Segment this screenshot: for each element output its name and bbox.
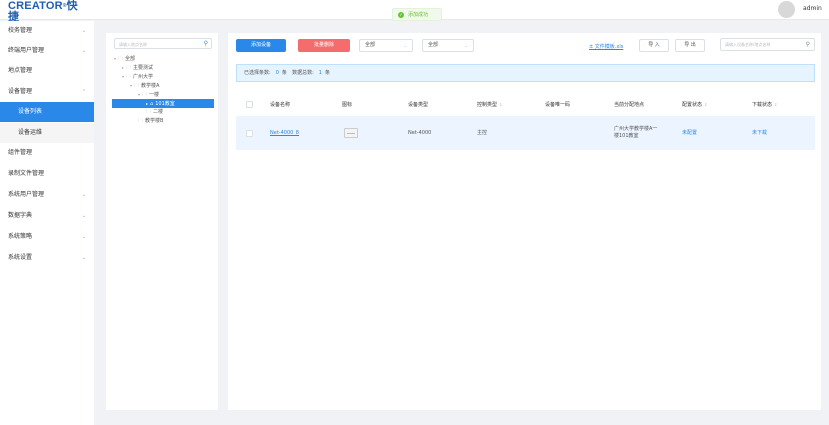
column-header-type: 设备类型 bbox=[408, 96, 428, 114]
download-status[interactable]: 未下载 bbox=[752, 130, 767, 137]
logo-main: CREATOR®快捷 bbox=[8, 1, 88, 23]
folder-icon: 🗀 bbox=[142, 92, 147, 98]
sidebar-item-devices[interactable]: 设备管理⌃ bbox=[0, 82, 94, 102]
tree-node-gzu[interactable]: ▾🗀广州大学 bbox=[122, 72, 153, 81]
sidebar-item-locations[interactable]: 地点管理 bbox=[0, 61, 94, 81]
chevron-down-icon[interactable]: ⌄ bbox=[812, 5, 816, 11]
sidebar-item-recordings[interactable]: 录制文件管理 bbox=[0, 164, 94, 184]
tree-node-room-101[interactable]: ▸⌂101教室 bbox=[112, 99, 214, 108]
folder-icon: 🗀 bbox=[134, 83, 139, 89]
sidebar-item-system-users[interactable]: 系统用户管理⌄ bbox=[0, 185, 94, 205]
folder-icon: 🗀 bbox=[126, 65, 131, 71]
tree-search-input[interactable]: 请输入地点名称 ⚲ bbox=[114, 38, 212, 49]
column-header-code: 设备唯一码 bbox=[545, 96, 570, 114]
import-button[interactable]: 导 入 bbox=[639, 39, 669, 52]
chevron-down-icon: ⌄ bbox=[82, 185, 86, 205]
sort-icon[interactable]: ⇕ bbox=[774, 102, 777, 107]
tree-node-building-a[interactable]: ▾🗀教学楼A bbox=[130, 81, 159, 90]
home-icon: ⌂ bbox=[150, 101, 153, 107]
sort-icon[interactable]: ⇕ bbox=[499, 102, 502, 107]
device-name-link[interactable]: Net-4000_8 bbox=[270, 130, 299, 137]
filter-select-2[interactable]: 全部 ⌄ bbox=[422, 39, 474, 52]
column-header-config[interactable]: 配置状态⇕ bbox=[682, 96, 707, 114]
device-search-input[interactable]: 请输入设备名称/地点名称 ⚲ bbox=[720, 38, 815, 51]
add-device-button[interactable]: 添加设备 bbox=[236, 39, 286, 52]
caret-down-icon: ▾ bbox=[138, 92, 140, 97]
avatar[interactable] bbox=[778, 1, 795, 18]
tree-node-building-b[interactable]: 🗀教学楼B bbox=[138, 117, 163, 126]
chevron-down-icon: ⌄ bbox=[82, 21, 86, 41]
select-all-checkbox[interactable] bbox=[246, 101, 253, 108]
check-circle-icon: ✓ bbox=[398, 12, 404, 18]
sidebar-item-device-ops[interactable]: 设备运维 bbox=[0, 123, 94, 143]
device-icon bbox=[344, 128, 358, 138]
sidebar-item-components[interactable]: 组件管理 bbox=[0, 143, 94, 163]
caret-down-icon: ▾ bbox=[122, 74, 124, 79]
filter-select-1[interactable]: 全部 ⌄ bbox=[359, 39, 413, 52]
column-header-icon: 图标 bbox=[342, 96, 352, 114]
batch-delete-button[interactable]: 批量删除 bbox=[298, 39, 350, 52]
template-download-link[interactable]: ± 文件模板.xls bbox=[589, 43, 623, 50]
device-type: Net-4000 bbox=[408, 130, 431, 137]
folder-icon: 🗀 bbox=[146, 109, 151, 115]
selection-info-bar: 已选择条数:0条 数据总数:1条 bbox=[236, 64, 815, 82]
search-icon[interactable]: ⚲ bbox=[204, 39, 208, 48]
chevron-down-icon: ⌄ bbox=[465, 40, 468, 51]
sidebar-item-school[interactable]: 校务管理⌄ bbox=[0, 21, 94, 41]
column-header-location: 当前分配地点 bbox=[614, 96, 644, 114]
column-header-name: 设备名称 bbox=[270, 96, 290, 114]
sidebar-item-dictionary[interactable]: 数据字典⌄ bbox=[0, 206, 94, 226]
column-header-control[interactable]: 控制类型⇕ bbox=[477, 96, 502, 114]
sidebar: 校务管理⌄ 终端用户管理⌄ 地点管理 设备管理⌃ 设备列表 设备运维 组件管理 … bbox=[0, 21, 94, 425]
chevron-down-icon: ⌄ bbox=[82, 248, 86, 268]
sidebar-item-terminal-users[interactable]: 终端用户管理⌄ bbox=[0, 41, 94, 61]
sidebar-item-device-list[interactable]: 设备列表 bbox=[0, 102, 94, 122]
device-list-panel: 添加设备 批量删除 全部 ⌄ 全部 ⌄ ± 文件模板.xls 导 入 导 出 请… bbox=[228, 33, 821, 410]
search-icon[interactable]: ⚲ bbox=[806, 39, 810, 50]
table-header: 设备名称 图标 设备类型 控制类型⇕ 设备唯一码 当前分配地点 配置状态⇕ 下载… bbox=[236, 96, 815, 114]
tree-node-floor-1[interactable]: ▾🗀一楼 bbox=[138, 90, 159, 99]
caret-down-icon: ▾ bbox=[130, 83, 132, 88]
chevron-down-icon: ⌄ bbox=[82, 41, 86, 61]
folder-icon: 🗀 bbox=[138, 118, 143, 124]
caret-right-icon: ▸ bbox=[122, 65, 124, 70]
table-row: Net-4000_8 Net-4000 主控 广州大学教学楼A一 楼101教室 … bbox=[236, 116, 815, 150]
tree-node-main-test[interactable]: ▸🗀主要测试 bbox=[122, 63, 153, 72]
config-status[interactable]: 未配置 bbox=[682, 130, 697, 137]
selected-count: 0 bbox=[276, 70, 279, 76]
success-toast: ✓ 添加成功 bbox=[392, 8, 442, 21]
toast-message: 添加成功 bbox=[408, 11, 428, 18]
folder-icon: 🗀 bbox=[118, 56, 123, 62]
chevron-down-icon: ⌄ bbox=[404, 40, 407, 51]
sidebar-item-settings[interactable]: 系统设置⌄ bbox=[0, 248, 94, 268]
column-header-download[interactable]: 下载状态⇕ bbox=[752, 96, 777, 114]
export-button[interactable]: 导 出 bbox=[675, 39, 705, 52]
chevron-down-icon: ⌄ bbox=[82, 227, 86, 247]
sort-icon[interactable]: ⇕ bbox=[704, 102, 707, 107]
location-tree-panel: 请输入地点名称 ⚲ ▾🗀全部 ▸🗀主要测试 ▾🗀广州大学 ▾🗀教学楼A ▾🗀一楼… bbox=[106, 33, 218, 410]
caret-down-icon: ▾ bbox=[114, 56, 116, 61]
tree-node-floor-2[interactable]: 🗀二楼 bbox=[146, 108, 163, 117]
total-count: 1 bbox=[319, 70, 322, 76]
folder-icon: 🗀 bbox=[126, 74, 131, 80]
sidebar-item-policy[interactable]: 系统策略⌄ bbox=[0, 227, 94, 247]
assigned-location: 广州大学教学楼A一 楼101教室 bbox=[614, 126, 657, 140]
chevron-down-icon: ⌄ bbox=[82, 206, 86, 226]
chevron-up-icon: ⌃ bbox=[82, 82, 86, 102]
tree-node-all[interactable]: ▾🗀全部 bbox=[114, 54, 135, 63]
caret-right-icon: ▸ bbox=[146, 101, 148, 106]
control-type: 主控 bbox=[477, 130, 487, 137]
row-checkbox[interactable] bbox=[246, 130, 253, 137]
